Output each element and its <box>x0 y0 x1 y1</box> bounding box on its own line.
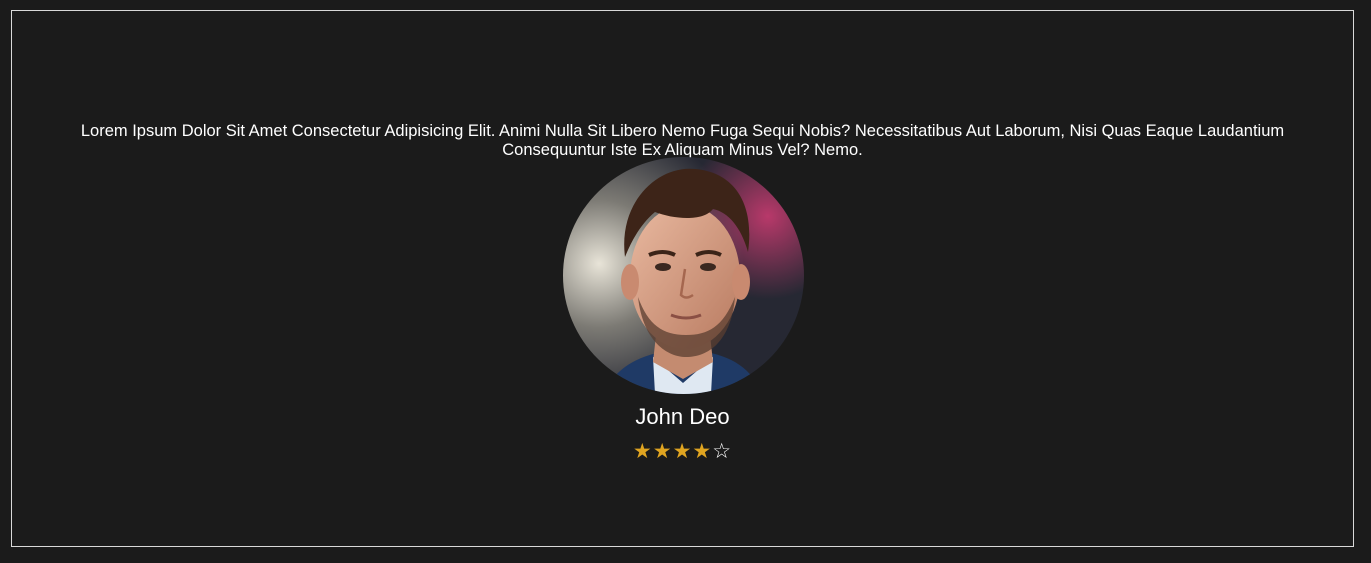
testimonial-quote: Lorem Ipsum Dolor Sit Amet Consectetur A… <box>80 121 1285 159</box>
star-rating: ★★★★☆ <box>12 441 1353 463</box>
testimonial-card: Lorem Ipsum Dolor Sit Amet Consectetur A… <box>11 10 1354 547</box>
reviewer-name: John Deo <box>635 404 730 429</box>
avatar <box>563 157 804 394</box>
star-filled-icon: ★ <box>652 440 673 463</box>
star-outline-icon: ☆ <box>712 440 733 463</box>
avatar-portrait-image <box>563 157 804 394</box>
star-filled-icon: ★ <box>672 440 693 463</box>
star-filled-icon: ★ <box>632 440 653 463</box>
star-filled-icon: ★ <box>692 440 713 463</box>
